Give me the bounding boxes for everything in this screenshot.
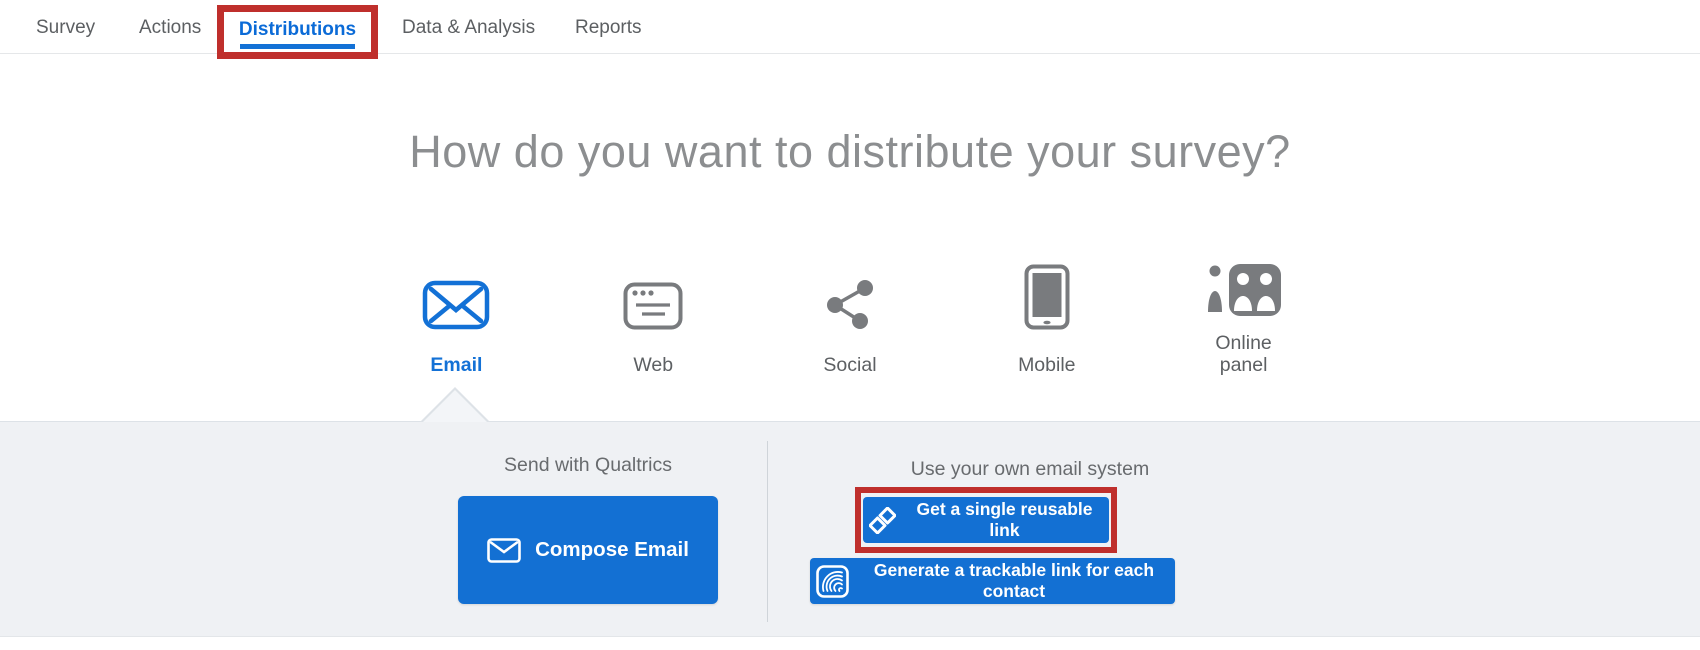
web-icon bbox=[623, 282, 683, 330]
selected-channel-pointer-fill bbox=[423, 390, 487, 422]
tab-survey[interactable]: Survey bbox=[36, 17, 95, 39]
generate-trackable-link-label: Generate a trackable link for each conta… bbox=[859, 560, 1169, 602]
channel-online-panel[interactable]: Online panel bbox=[1145, 255, 1342, 376]
annotation-red-box-reusable-link: Get a single reusable link bbox=[855, 487, 1117, 553]
compose-email-button[interactable]: Compose Email bbox=[458, 496, 718, 604]
tab-distributions[interactable]: Distributions bbox=[239, 19, 356, 41]
channel-label-social: Social bbox=[823, 354, 876, 376]
compose-email-label: Compose Email bbox=[535, 538, 689, 562]
channel-label-email: Email bbox=[430, 354, 482, 376]
page-title: How do you want to distribute your surve… bbox=[0, 126, 1700, 178]
send-with-qualtrics-heading: Send with Qualtrics bbox=[458, 454, 718, 477]
channel-row: Email Web bbox=[358, 255, 1342, 376]
tab-reports[interactable]: Reports bbox=[575, 17, 642, 39]
channel-web[interactable]: Web bbox=[555, 255, 752, 376]
top-nav: Survey Actions Distributions Data & Anal… bbox=[0, 0, 1700, 54]
link-icon bbox=[869, 507, 896, 534]
active-tab-underline bbox=[240, 44, 355, 49]
channel-label-online-panel: Online panel bbox=[1202, 332, 1286, 376]
email-icon bbox=[422, 280, 490, 330]
email-distribution-panel: Send with Qualtrics Compose Email Use yo… bbox=[0, 421, 1700, 637]
panel-divider bbox=[767, 441, 768, 622]
tab-data-analysis[interactable]: Data & Analysis bbox=[402, 17, 535, 39]
channel-label-mobile: Mobile bbox=[1018, 354, 1075, 376]
distributions-page: Survey Actions Distributions Data & Anal… bbox=[0, 0, 1700, 650]
channel-label-web: Web bbox=[633, 354, 673, 376]
online-panel-icon bbox=[1205, 260, 1283, 316]
social-icon bbox=[824, 278, 876, 330]
mobile-icon bbox=[1024, 264, 1070, 330]
tab-actions[interactable]: Actions bbox=[139, 17, 201, 39]
channel-email[interactable]: Email bbox=[358, 255, 555, 376]
own-email-system-heading: Use your own email system bbox=[870, 458, 1190, 481]
annotation-red-box-distributions: Distributions bbox=[217, 5, 378, 59]
fingerprint-icon bbox=[816, 565, 849, 598]
channel-mobile[interactable]: Mobile bbox=[948, 255, 1145, 376]
get-single-reusable-link-label: Get a single reusable link bbox=[906, 499, 1103, 541]
channel-social[interactable]: Social bbox=[752, 255, 949, 376]
generate-trackable-link-button[interactable]: Generate a trackable link for each conta… bbox=[810, 558, 1175, 604]
get-single-reusable-link-button[interactable]: Get a single reusable link bbox=[863, 497, 1109, 543]
envelope-icon bbox=[487, 538, 521, 563]
